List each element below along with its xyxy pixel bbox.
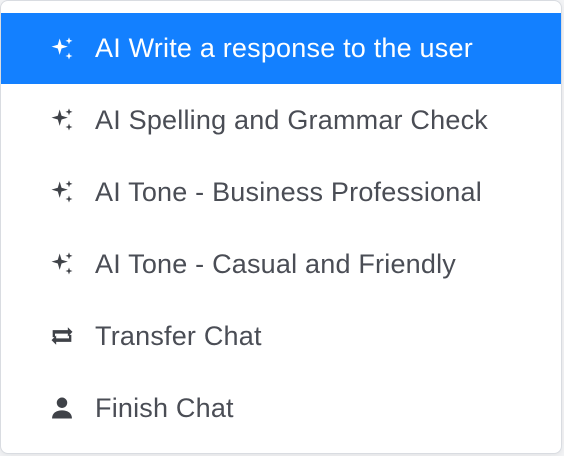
menu-item-label: Transfer Chat	[95, 320, 262, 351]
menu-item-ai-tone-business[interactable]: AI Tone - Business Professional	[1, 156, 561, 228]
menu-item-ai-write-response[interactable]: AI Write a response to the user	[1, 13, 561, 84]
menu-item-label: AI Tone - Casual and Friendly	[95, 248, 456, 279]
menu-item-ai-tone-casual[interactable]: AI Tone - Casual and Friendly	[1, 228, 561, 300]
sparkle-icon	[45, 32, 79, 66]
menu-item-label: Finish Chat	[95, 392, 234, 423]
actions-dropdown-menu: AI Write a response to the user AI Spell…	[0, 0, 562, 454]
menu-item-transfer-chat[interactable]: Transfer Chat	[1, 300, 561, 372]
menu-item-label: AI Spelling and Grammar Check	[95, 104, 488, 135]
sparkle-icon	[45, 175, 79, 209]
menu-item-label: AI Write a response to the user	[95, 33, 473, 63]
sparkle-icon	[45, 247, 79, 281]
sparkle-icon	[45, 103, 79, 137]
person-icon	[45, 391, 79, 425]
menu-item-finish-chat[interactable]: Finish Chat	[1, 372, 561, 444]
menu-item-label: AI Tone - Business Professional	[95, 176, 482, 207]
transfer-icon	[45, 319, 79, 353]
menu-item-ai-spelling-grammar[interactable]: AI Spelling and Grammar Check	[1, 84, 561, 156]
